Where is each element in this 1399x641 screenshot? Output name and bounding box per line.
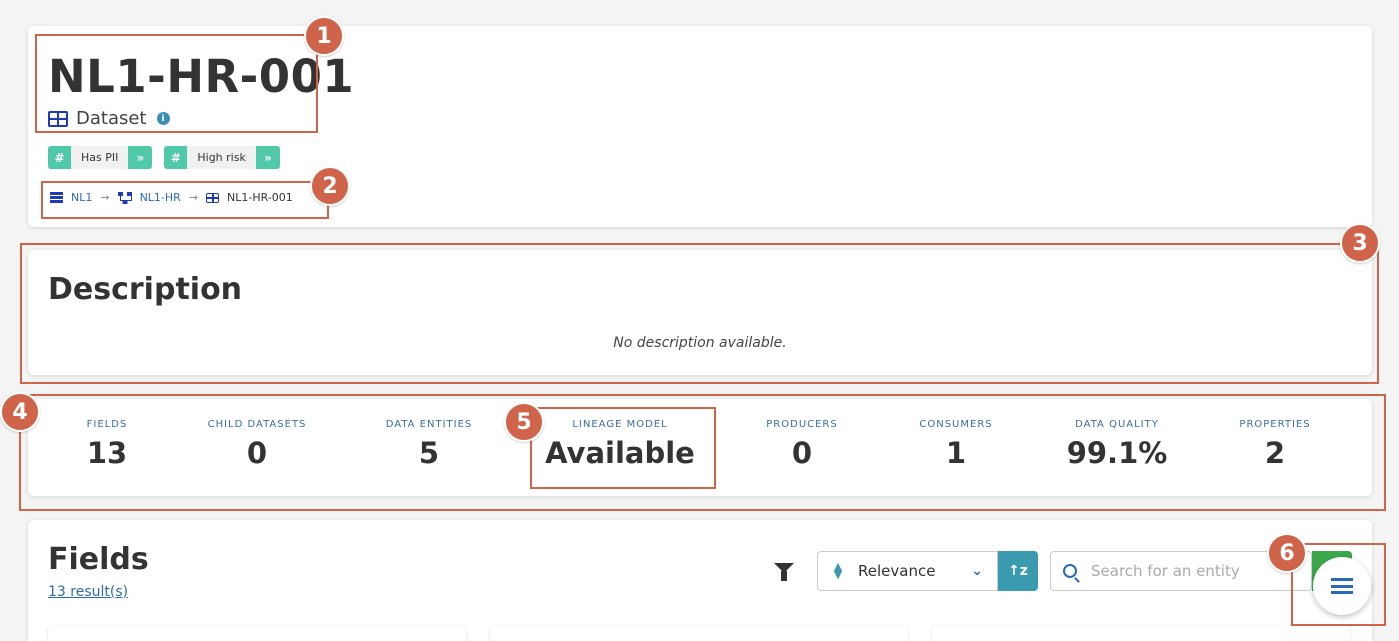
annotation-badge-3: 3 [1340,223,1380,263]
annotation-badge-1: 1 [304,16,344,56]
annotation-box-2 [41,181,329,219]
annotation-box-5 [530,407,716,489]
field-card[interactable] [490,625,908,641]
annotation-badge-6: 6 [1267,533,1307,573]
sort-select-value: Relevance [858,562,936,580]
search-icon [1063,564,1077,578]
hash-icon: # [164,146,188,169]
tag-label: High risk [187,146,256,169]
field-card[interactable] [932,625,1350,641]
sort-updown-icon: ▲ ▼ [833,560,843,581]
search-input[interactable] [1091,562,1291,580]
chevrons-right-icon[interactable]: » [255,146,280,169]
field-card[interactable] [48,625,466,641]
annotation-badge-2: 2 [310,166,350,206]
sort-direction-button[interactable]: ↑z [998,551,1038,591]
annotation-box-3 [20,243,1379,384]
annotation-badge-4: 4 [0,392,40,432]
fields-title: Fields [48,542,149,577]
result-count-link[interactable]: 13 result(s) [48,584,128,600]
fields-card: Fields 13 result(s) ▲ ▼ Relevance ⌄ ↑z [28,520,1372,641]
annotation-box-1 [35,34,318,133]
filter-icon[interactable] [772,560,796,584]
tag-label: Has PII [71,146,129,169]
annotation-badge-5: 5 [504,402,544,442]
chevrons-right-icon[interactable]: » [128,146,153,169]
tag-list: # Has PII » # High risk » [48,146,280,169]
chevron-down-icon: ⌄ [971,563,983,579]
tag-high-risk[interactable]: # High risk » [164,146,280,169]
hash-icon: # [48,146,71,169]
sort-select[interactable]: ▲ ▼ Relevance ⌄ [817,551,998,591]
tag-has-pii[interactable]: # Has PII » [48,146,153,169]
